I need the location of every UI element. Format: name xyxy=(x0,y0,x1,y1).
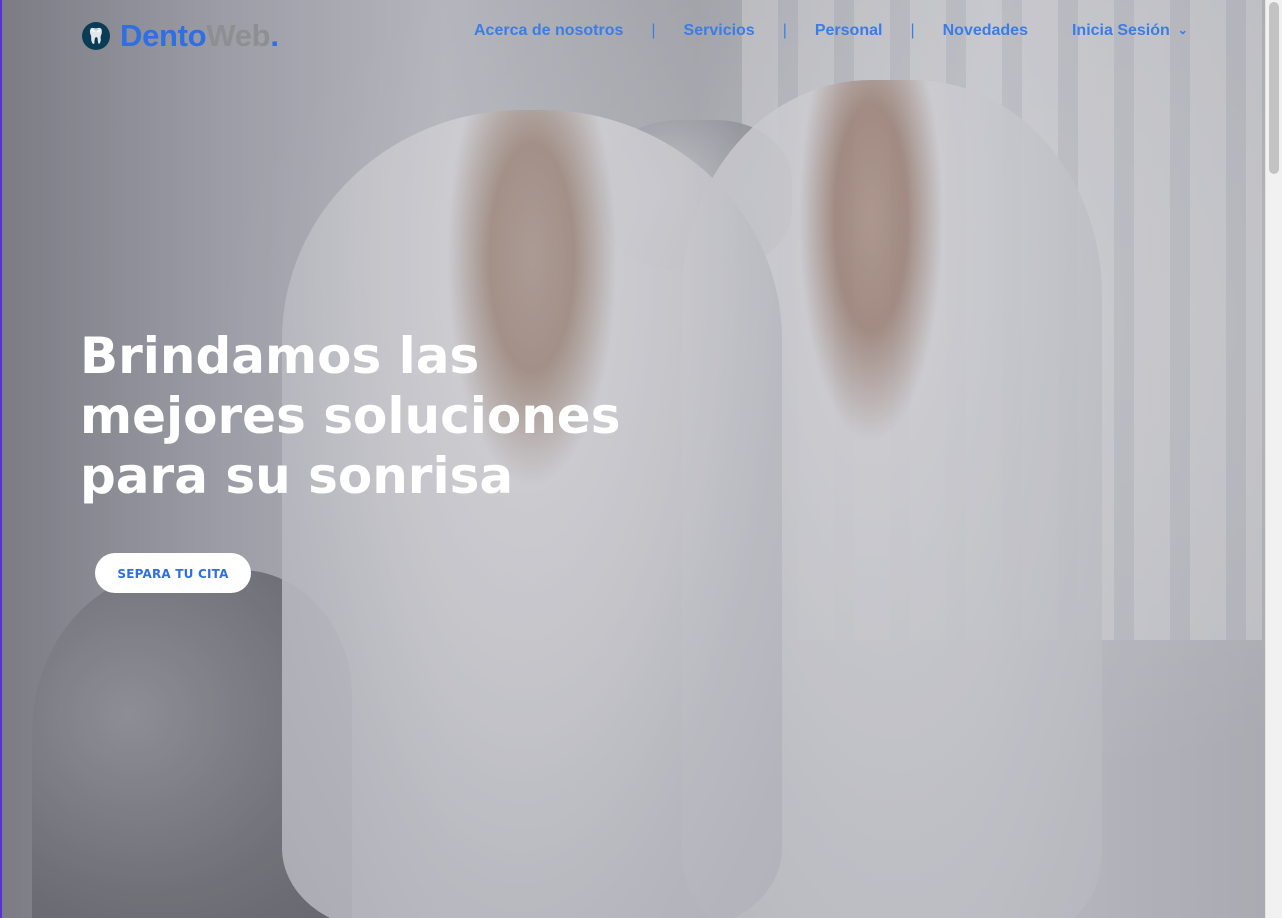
tooth-icon: 🦷 xyxy=(82,22,110,50)
site-header: 🦷 DentoWeb. Acerca de nosotros | Servici… xyxy=(0,0,1266,66)
hero-title-line-3: para su sonrisa xyxy=(80,447,514,505)
scrollbar-thumb[interactable] xyxy=(1269,2,1279,174)
nav-services[interactable]: Servicios xyxy=(684,22,755,40)
brand-name-part2: Web xyxy=(206,18,271,53)
nav-separator: | xyxy=(651,22,656,39)
nav-login-label: Inicia Sesión xyxy=(1071,22,1170,39)
brand-name-part1: Dento xyxy=(120,18,207,53)
main-nav: Acerca de nosotros | Servicios | Persona… xyxy=(474,22,1188,40)
page-scrollbar[interactable] xyxy=(1265,0,1282,918)
hero-title: Brindamos las mejores soluciones para su… xyxy=(80,326,640,506)
chevron-down-icon: ⌄ xyxy=(1177,23,1188,37)
hero-title-line-2: mejores soluciones xyxy=(80,387,621,445)
nav-login-dropdown[interactable]: Inicia Sesión ⌄ xyxy=(1072,22,1188,40)
nav-staff[interactable]: Personal xyxy=(815,22,883,40)
page-left-edge xyxy=(0,0,2,918)
book-appointment-button[interactable]: SEPARA TU CITA xyxy=(95,553,251,593)
brand-name: DentoWeb. xyxy=(120,18,279,54)
hero-title-line-1: Brindamos las xyxy=(80,327,480,385)
brand-logo[interactable]: 🦷 DentoWeb. xyxy=(82,18,279,54)
nav-separator: | xyxy=(782,22,787,39)
brand-dot: . xyxy=(270,18,279,53)
nav-separator: | xyxy=(910,22,915,39)
nav-about[interactable]: Acerca de nosotros xyxy=(474,22,623,40)
nav-news[interactable]: Novedades xyxy=(943,22,1028,40)
